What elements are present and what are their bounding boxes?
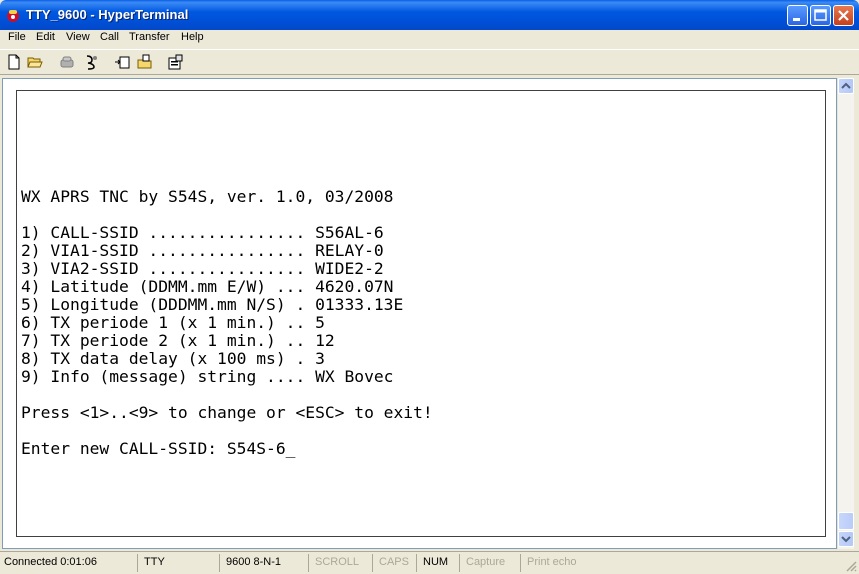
minimize-icon: [793, 18, 800, 21]
properties-icon[interactable]: [168, 54, 184, 70]
terminal-line-press-prompt: Press <1>..<9> to change or <ESC> to exi…: [21, 403, 433, 422]
call-icon[interactable]: [59, 54, 75, 70]
terminal-line-longitude: 5) Longitude (DDDMM.mm N/S) . 01333.13E: [21, 295, 404, 314]
status-emulation: TTY: [140, 554, 220, 572]
terminal-line-tx-periode-2: 7) TX periode 2 (x 1 min.) .. 12: [21, 331, 335, 350]
status-capture: Capture: [462, 554, 521, 572]
toolbar: [0, 49, 859, 75]
vertical-scrollbar[interactable]: [837, 78, 854, 549]
status-scroll: SCROLL: [311, 554, 373, 572]
send-icon[interactable]: [114, 54, 130, 70]
status-bar: Connected 0:01:06 TTY 9600 8-N-1 SCROLL …: [0, 551, 859, 574]
scroll-up-button[interactable]: [838, 78, 854, 94]
close-icon: [838, 10, 849, 21]
disconnect-icon[interactable]: [83, 54, 99, 70]
menu-transfer[interactable]: Transfer: [129, 31, 170, 43]
arrow-down-icon: [841, 536, 851, 543]
terminal-line-tx-periode-1: 6) TX periode 1 (x 1 min.) .. 5: [21, 313, 325, 332]
scroll-down-button[interactable]: [838, 531, 854, 547]
receive-icon[interactable]: [137, 54, 153, 70]
terminal-line-via1: 2) VIA1-SSID ................ RELAY-0: [21, 241, 384, 260]
close-button[interactable]: [833, 5, 854, 26]
terminal-line-latitude: 4) Latitude (DDMM.mm E/W) ... 4620.07N: [21, 277, 394, 296]
terminal-input-line: Enter new CALL-SSID: S54S-6_: [21, 440, 295, 458]
status-print-echo: Print echo: [527, 556, 577, 568]
terminal-line-info: 9) Info (message) string .... WX Bovec: [21, 367, 394, 386]
title-bar[interactable]: TTY_9600 - HyperTerminal: [0, 0, 859, 30]
window-title: TTY_9600 - HyperTerminal: [26, 7, 189, 22]
terminal-cursor: _: [285, 439, 296, 458]
status-caps: CAPS: [375, 554, 417, 572]
menu-view[interactable]: View: [66, 31, 90, 43]
status-num: NUM: [419, 554, 460, 572]
terminal-line-via2: 3) VIA2-SSID ................ WIDE2-2: [21, 259, 384, 278]
terminal-line-header: WX APRS TNC by S54S, ver. 1.0, 03/2008: [21, 187, 394, 206]
menu-call[interactable]: Call: [100, 31, 119, 43]
open-folder-icon[interactable]: [27, 54, 43, 70]
scroll-thumb[interactable]: [838, 512, 854, 530]
hyperterminal-phone-icon: [7, 10, 19, 22]
menu-bar: File Edit View Call Transfer Help: [0, 30, 859, 48]
status-connected: Connected 0:01:06: [0, 554, 138, 572]
terminal-line-call-ssid: 1) CALL-SSID ................ S56AL-6: [21, 223, 384, 242]
menu-file[interactable]: File: [8, 31, 26, 43]
resize-grip-icon[interactable]: [845, 560, 857, 572]
menu-edit[interactable]: Edit: [36, 31, 55, 43]
arrow-up-icon: [841, 82, 851, 89]
maximize-button[interactable]: [810, 5, 831, 26]
menu-help[interactable]: Help: [181, 31, 204, 43]
new-file-icon[interactable]: [6, 54, 22, 70]
terminal-screen[interactable]: WX APRS TNC by S54S, ver. 1.0, 03/2008 1…: [16, 90, 826, 537]
terminal-input-text: Enter new CALL-SSID: S54S-6: [21, 439, 286, 458]
maximize-icon: [814, 9, 827, 21]
terminal-line-tx-delay: 8) TX data delay (x 100 ms) . 3: [21, 349, 325, 368]
status-settings: 9600 8-N-1: [222, 554, 309, 572]
minimize-button[interactable]: [787, 5, 808, 26]
